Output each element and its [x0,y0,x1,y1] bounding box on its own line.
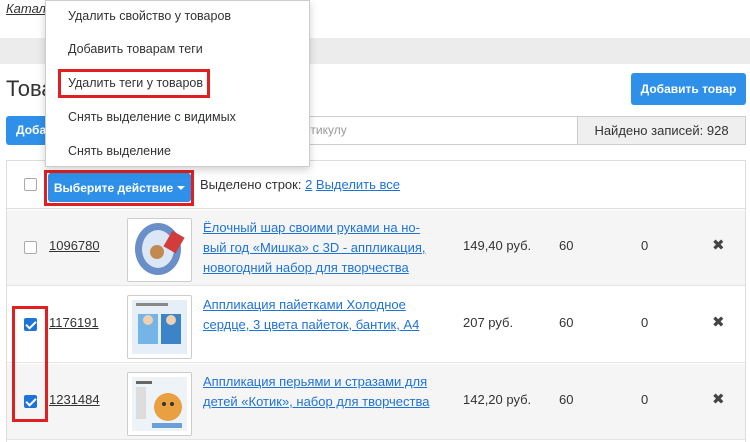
product-thumbnail[interactable] [127,218,192,282]
highlight-remove-tags [58,69,210,98]
delete-icon[interactable]: ✖ [712,390,725,408]
table-row: 1176191 Аппликация пайетками Холодное се… [7,287,745,363]
highlight-action-button [44,170,194,206]
product-title-link[interactable]: Ёлочный шар своими руками на но-вый год … [203,218,443,278]
product-title-link[interactable]: Аппликация перьями и стразами для детей … [203,372,443,412]
menu-item-deselect[interactable]: Снять выделение [68,144,171,158]
product-id-link[interactable]: 1096780 [49,238,100,253]
delete-icon[interactable]: ✖ [712,236,725,254]
product-title-link[interactable]: Аппликация пайетками Холодное сердце, 3 … [203,295,443,335]
add-product-button[interactable]: Добавить товар [631,73,746,105]
product-zero: 0 [641,315,649,330]
selected-count: 2 [305,177,313,192]
product-qty: 60 [559,392,574,407]
table-row: 1096780 Ёлочный шар своими руками на но-… [7,210,745,286]
menu-item-deselect-visible[interactable]: Снять выделение с видимых [68,110,236,124]
page-root: Катало Това Добавить товар Доба ртикулу … [0,0,750,442]
product-price: 207 руб. [463,315,514,330]
found-records-count: Найдено записей: 928 [577,116,746,145]
product-price: 142,20 руб. [463,392,532,407]
product-zero: 0 [641,392,649,407]
menu-item-remove-property[interactable]: Удалить свойство у товаров [68,9,231,23]
product-thumbnail[interactable] [127,372,192,436]
selected-rows-info: Выделено строк: 2 Выделить все [200,177,400,192]
selected-prefix: Выделено строк: [200,177,306,192]
table-row: 1231484 Аппликация перьями и стразами дл… [7,364,745,440]
search-input[interactable]: ртикулу [296,116,579,145]
product-zero: 0 [641,238,649,253]
select-all-link[interactable]: Выделить все [316,177,400,192]
select-all-checkbox[interactable] [24,178,37,191]
row-checkbox[interactable] [24,241,37,254]
product-qty: 60 [559,238,574,253]
highlight-checked-rows [12,306,48,422]
add-button-partial[interactable]: Доба [6,116,46,145]
product-id-link[interactable]: 1231484 [49,392,100,407]
delete-icon[interactable]: ✖ [712,313,725,331]
product-id-link[interactable]: 1176191 [49,315,99,330]
product-price: 149,40 руб. [463,238,532,253]
product-thumbnail[interactable] [127,295,192,359]
menu-item-add-tags[interactable]: Добавить товарам теги [68,42,203,56]
product-qty: 60 [559,315,574,330]
